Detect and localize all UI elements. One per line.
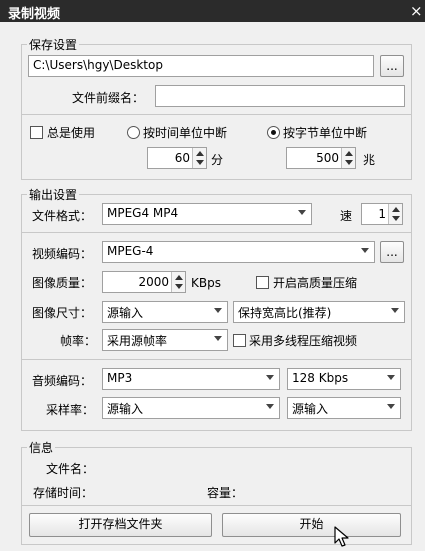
time-stepper-buttons[interactable] [192, 148, 206, 168]
size-label: 图像尺寸： [32, 306, 93, 320]
prefix-label: 文件前缀名： [72, 91, 145, 105]
by-time-label: 按时间单位中断 [143, 126, 228, 140]
chevron-down-icon [214, 308, 222, 313]
info-label: 信息 [27, 439, 56, 456]
audio-codec-select[interactable]: MP3 [102, 368, 280, 390]
size-select[interactable]: 源输入 [102, 301, 228, 323]
open-folder-button[interactable]: 打开存档文件夹 [29, 513, 212, 537]
audio-codec-value: MP3 [107, 371, 133, 385]
capacity-label: 容量： [207, 486, 244, 500]
time-unit: 分 [211, 153, 224, 167]
always-use-label: 总是使用 [47, 126, 96, 140]
audio-bitrate-value: 128 Kbps [292, 371, 349, 385]
sample-rate-value: 源输入 [107, 402, 144, 416]
multithread-label: 采用多线程压缩视频 [249, 334, 358, 348]
chevron-down-icon [266, 375, 274, 380]
aspect-select[interactable]: 保持宽高比(推荐) [233, 301, 405, 323]
prefix-input[interactable] [155, 85, 405, 107]
by-time-radio[interactable] [127, 126, 140, 139]
audio-codec-label: 音频编码： [32, 374, 93, 388]
chevron-down-icon [298, 210, 306, 215]
size-value: 源输入 [107, 306, 144, 320]
speed-label: 速 [340, 209, 353, 223]
filename-label: 文件名： [46, 462, 95, 476]
quality-unit: KBps [191, 276, 221, 290]
chevron-up-icon[interactable] [392, 207, 400, 212]
output-divider-2 [22, 359, 411, 360]
quality-label: 图像质量： [32, 276, 93, 290]
time-stepper[interactable]: 60 [147, 147, 207, 169]
format-select[interactable]: MPEG4 MP4 [102, 203, 312, 225]
video-codec-label: 视频编码： [32, 247, 93, 261]
info-divider [22, 505, 411, 506]
by-bytes-radio[interactable] [267, 126, 280, 139]
quality-stepper-buttons[interactable] [171, 272, 185, 292]
fps-value: 采用源帧率 [107, 334, 168, 348]
browse-path-button[interactable]: ... [380, 55, 404, 77]
chevron-up-icon[interactable] [175, 275, 183, 280]
format-value: MPEG4 MP4 [107, 206, 179, 220]
save-settings-label: 保存设置 [27, 36, 80, 53]
close-icon[interactable]: × [410, 2, 423, 20]
speed-stepper-buttons[interactable] [388, 204, 402, 224]
bytes-unit: 兆 [363, 153, 376, 167]
chevron-down-icon[interactable] [345, 160, 353, 165]
sample-rate-label: 采样率： [46, 403, 95, 417]
audio-bitrate-select[interactable]: 128 Kbps [287, 368, 401, 390]
high-quality-label: 开启高质量压缩 [273, 276, 358, 290]
chevron-down-icon [266, 404, 274, 409]
bytes-stepper[interactable]: 500 [286, 147, 356, 169]
channels-select[interactable]: 源输入 [287, 397, 401, 419]
speed-stepper[interactable]: 1 [361, 203, 403, 225]
chevron-down-icon [361, 248, 369, 253]
quality-stepper[interactable]: 2000 [102, 271, 186, 293]
save-divider [22, 114, 411, 115]
high-quality-checkbox[interactable] [256, 276, 269, 289]
mouse-pointer-icon [334, 526, 349, 547]
chevron-down-icon[interactable] [196, 160, 204, 165]
sample-rate-select[interactable]: 源输入 [102, 397, 280, 419]
quality-value: 2000 [138, 275, 169, 289]
start-button[interactable]: 开始 [222, 513, 401, 537]
aspect-value: 保持宽高比(推荐) [238, 306, 332, 320]
chevron-down-icon [391, 308, 399, 313]
title-bar: 录制视频 × [0, 0, 425, 22]
bytes-value: 500 [316, 151, 339, 165]
multithread-checkbox[interactable] [233, 334, 246, 347]
chevron-down-icon [387, 375, 395, 380]
channels-value: 源输入 [292, 402, 329, 416]
chevron-down-icon[interactable] [392, 216, 400, 221]
fps-label: 帧率： [60, 334, 97, 348]
bytes-stepper-buttons[interactable] [341, 148, 355, 168]
output-settings-label: 输出设置 [27, 186, 80, 203]
video-codec-select[interactable]: MPEG-4 [102, 241, 375, 263]
time-value: 60 [174, 151, 190, 165]
chevron-down-icon [214, 336, 222, 341]
chevron-down-icon [387, 404, 395, 409]
save-path-input[interactable]: C:\Users\hgy\Desktop [28, 55, 374, 77]
chevron-down-icon[interactable] [175, 284, 183, 289]
chevron-up-icon[interactable] [196, 151, 204, 156]
window-title: 录制视频 [8, 7, 61, 22]
chevron-up-icon[interactable] [345, 151, 353, 156]
duration-label: 存储时间： [33, 486, 94, 500]
always-use-checkbox[interactable] [30, 126, 43, 139]
codec-settings-button[interactable]: ... [380, 241, 404, 263]
video-codec-value: MPEG-4 [107, 244, 154, 258]
format-label: 文件格式： [32, 209, 93, 223]
output-divider-1 [22, 232, 411, 233]
speed-value: 1 [378, 207, 386, 221]
by-bytes-label: 按字节单位中断 [283, 126, 368, 140]
fps-select[interactable]: 采用源帧率 [102, 329, 228, 351]
